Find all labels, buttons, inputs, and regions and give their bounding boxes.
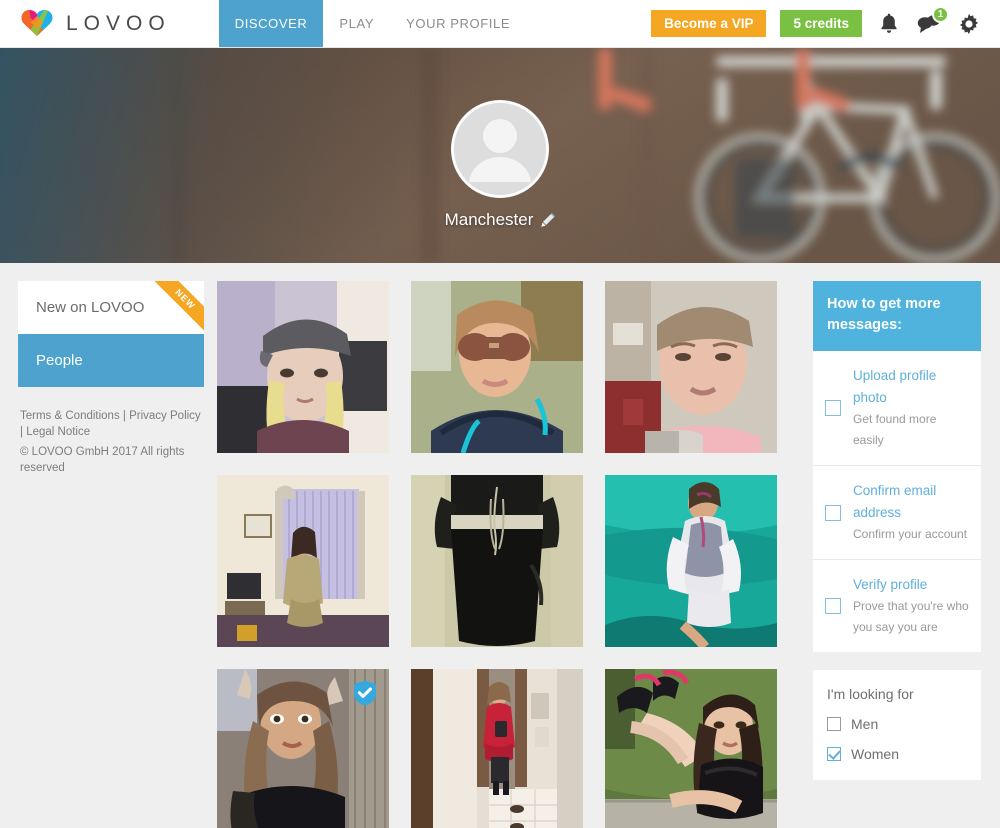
profile-tile[interactable] [605,475,777,647]
profile-tile[interactable] [411,475,583,647]
legal-notice-link[interactable]: Legal Notice [26,426,90,438]
become-vip-button[interactable]: Become a VIP [651,9,767,38]
sidebar-item-label: People [36,352,83,369]
profile-tile[interactable] [217,669,389,828]
profile-tile[interactable] [605,281,777,453]
topbar-actions: Become a VIP 5 credits 1 [651,0,1000,47]
task-title[interactable]: Upload profile photo [853,365,969,409]
credits-button[interactable]: 5 credits [780,9,862,38]
bell-icon [881,13,897,33]
looking-for-panel: I'm looking for Men Women [813,670,981,780]
terms-link[interactable]: Terms & Conditions [20,410,120,422]
women-checkbox[interactable] [827,747,841,761]
sidebar-menu-card: New on LOVOO NEW People [18,281,204,387]
sidebar-item-new-on-lovoo[interactable]: New on LOVOO [18,281,204,334]
verified-shield-icon [354,680,376,706]
hero-location-row: Manchester [445,210,556,230]
discover-photo-grid [217,281,795,828]
privacy-link[interactable]: Privacy Policy [129,410,201,422]
sidebar-item-label: New on LOVOO [36,299,145,316]
left-sidebar: New on LOVOO NEW People Terms & Conditio… [18,281,204,828]
men-label: Men [851,716,879,732]
task-title[interactable]: Confirm email address [853,480,969,524]
notifications-button[interactable] [876,11,902,37]
footer-links: Terms & Conditions | Privacy Policy | Le… [18,408,204,476]
messages-badge: 1 [932,5,949,23]
task-subtitle: Confirm your account [853,527,968,541]
task-text: Verify profile Prove that you're who you… [853,574,969,638]
task-title[interactable]: Verify profile [853,574,969,596]
profile-photo [605,475,777,647]
right-sidebar: How to get more messages: Upload profile… [813,281,981,828]
task-checkbox[interactable] [825,598,841,614]
panel-title: How to get more messages: [813,281,981,351]
profile-photo [411,281,583,453]
sidebar-item-people[interactable]: People [18,334,204,387]
looking-for-option-men[interactable]: Men [827,716,967,732]
main-nav-links: DISCOVER PLAY YOUR PROFILE [218,0,526,47]
page-body: New on LOVOO NEW People Terms & Conditio… [0,263,1000,828]
profile-photo [605,281,777,453]
women-label: Women [851,746,899,762]
profile-tile[interactable] [411,669,583,828]
default-avatar-icon [454,103,546,195]
messages-button[interactable]: 1 [916,5,949,37]
looking-for-option-women[interactable]: Women [827,746,967,762]
pencil-icon[interactable] [540,212,556,228]
profile-avatar[interactable] [451,100,549,198]
task-subtitle: Prove that you're who you say you are [853,599,969,634]
profile-tile[interactable] [605,669,777,828]
settings-button[interactable] [956,11,982,37]
task-text: Confirm email address Confirm your accou… [853,480,969,545]
men-checkbox[interactable] [827,717,841,731]
hero-profile-block: Manchester [0,100,1000,230]
profile-tile[interactable] [217,475,389,647]
top-navigation-bar: LOVOO DISCOVER PLAY YOUR PROFILE Become … [0,0,1000,48]
task-subtitle: Get found more easily [853,412,937,447]
profile-photo [411,669,583,828]
task-confirm-email-address[interactable]: Confirm email address Confirm your accou… [813,466,981,560]
task-upload-profile-photo[interactable]: Upload profile photo Get found more easi… [813,351,981,466]
nav-item-play[interactable]: PLAY [323,0,390,47]
profile-photo [605,669,777,828]
profile-location: Manchester [444,210,534,229]
profile-photo [411,475,583,647]
heart-logo-icon [21,9,53,36]
task-verify-profile[interactable]: Verify profile Prove that you're who you… [813,560,981,652]
brand-logo[interactable]: LOVOO [0,0,181,47]
nav-item-your-profile[interactable]: YOUR PROFILE [390,0,526,47]
looking-for-title: I'm looking for [827,686,914,702]
nav-item-discover[interactable]: DISCOVER [218,0,324,47]
task-text: Upload profile photo Get found more easi… [853,365,969,451]
profile-tile[interactable] [217,281,389,453]
profile-tile[interactable] [411,281,583,453]
profile-photo [217,475,389,647]
brand-name: LOVOO [66,11,171,35]
profile-hero-banner: Manchester [0,48,1000,263]
copyright-text: © LOVOO GmbH 2017 All rights reserved [20,446,185,474]
gear-icon [959,13,979,34]
footer-sep: | [119,410,130,422]
get-more-messages-panel: How to get more messages: Upload profile… [813,281,981,652]
photo-grid [217,281,795,828]
profile-photo [217,281,389,453]
task-checkbox[interactable] [825,400,841,416]
task-checkbox[interactable] [825,504,841,521]
